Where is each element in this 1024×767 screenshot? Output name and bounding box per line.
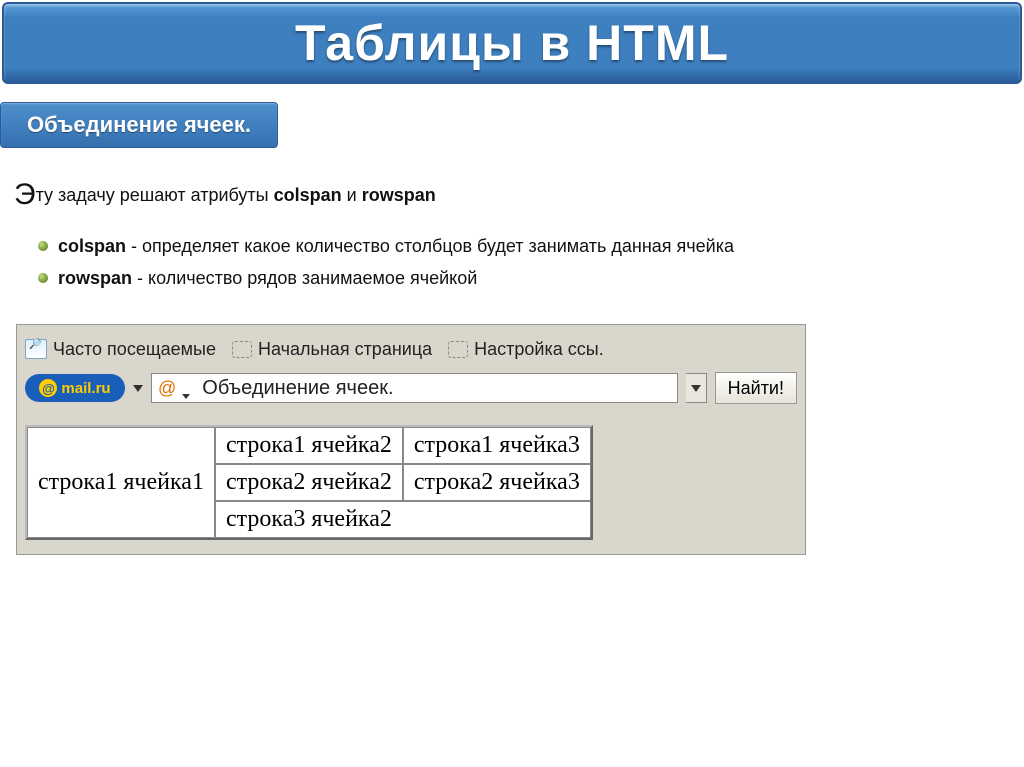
search-value: Объединение ячеек. <box>202 377 393 400</box>
desc-rowspan: - количество рядов занимаемое ячейкой <box>132 268 477 288</box>
search-input[interactable]: @ Объединение ячеек. <box>151 373 678 403</box>
cell-r2c2: строка2 ячейка2 <box>215 464 403 501</box>
at-icon: @ <box>39 379 57 397</box>
intro-and: и <box>342 185 362 205</box>
bookmark-settings[interactable]: Настройка ссы. <box>474 339 604 360</box>
search-dropdown-button[interactable] <box>686 373 707 403</box>
bookmark-box-icon <box>232 341 252 358</box>
bookmark-box-icon <box>448 341 468 358</box>
cell-r2c3: строка2 ячейка3 <box>403 464 591 501</box>
intro-attr-colspan: colspan <box>274 185 342 205</box>
mail-logo[interactable]: @mail.ru <box>25 374 125 402</box>
find-button[interactable]: Найти! <box>715 372 797 404</box>
table-row: строка1 ячейка1 строка1 ячейка2 строка1 … <box>27 427 591 464</box>
intro-attr-rowspan: rowspan <box>362 185 436 205</box>
chevron-down-icon <box>691 385 701 392</box>
search-toolbar: @mail.ru @ Объединение ячеек. Найти! <box>25 371 797 405</box>
subtitle-text: Объединение ячеек. <box>27 112 251 138</box>
list-item: rowspan - количество рядов занимаемое яч… <box>38 262 1024 294</box>
attributes-list: colspan - определяет какое количество ст… <box>38 230 1024 294</box>
example-table: строка1 ячейка1 строка1 ячейка2 строка1 … <box>25 425 593 540</box>
browser-mock: Часто посещаемые Начальная страница Наст… <box>16 324 806 555</box>
desc-colspan: - определяет какое количество столбцов б… <box>126 236 734 256</box>
title-bar: Таблицы в HTML <box>2 2 1022 84</box>
cell-r1c1: строка1 ячейка1 <box>27 427 215 538</box>
cell-r3c2: строка3 ячейка2 <box>215 501 591 538</box>
intro-text: ту задачу решают атрибуты <box>36 185 274 205</box>
cell-r1c2: строка1 ячейка2 <box>215 427 403 464</box>
subtitle-bar: Объединение ячеек. <box>0 102 278 148</box>
bookmarks-folder-icon <box>25 339 47 359</box>
cell-r1c3: строка1 ячейка3 <box>403 427 591 464</box>
bookmarks-row: Часто посещаемые Начальная страница Наст… <box>25 335 797 363</box>
term-rowspan: rowspan <box>58 268 132 288</box>
mail-logo-text: mail.ru <box>61 380 110 397</box>
intro-paragraph: Эту задачу решают атрибуты colspan и row… <box>14 178 1024 212</box>
bookmark-frequent[interactable]: Часто посещаемые <box>53 339 216 360</box>
chevron-down-icon <box>182 394 190 399</box>
term-colspan: colspan <box>58 236 126 256</box>
at-search-icon: @ <box>158 378 176 399</box>
page-title: Таблицы в HTML <box>295 14 729 72</box>
dropcap: Э <box>14 178 36 211</box>
list-item: colspan - определяет какое количество ст… <box>38 230 1024 262</box>
provider-dropdown-icon[interactable] <box>133 385 143 392</box>
bookmark-homepage[interactable]: Начальная страница <box>258 339 432 360</box>
